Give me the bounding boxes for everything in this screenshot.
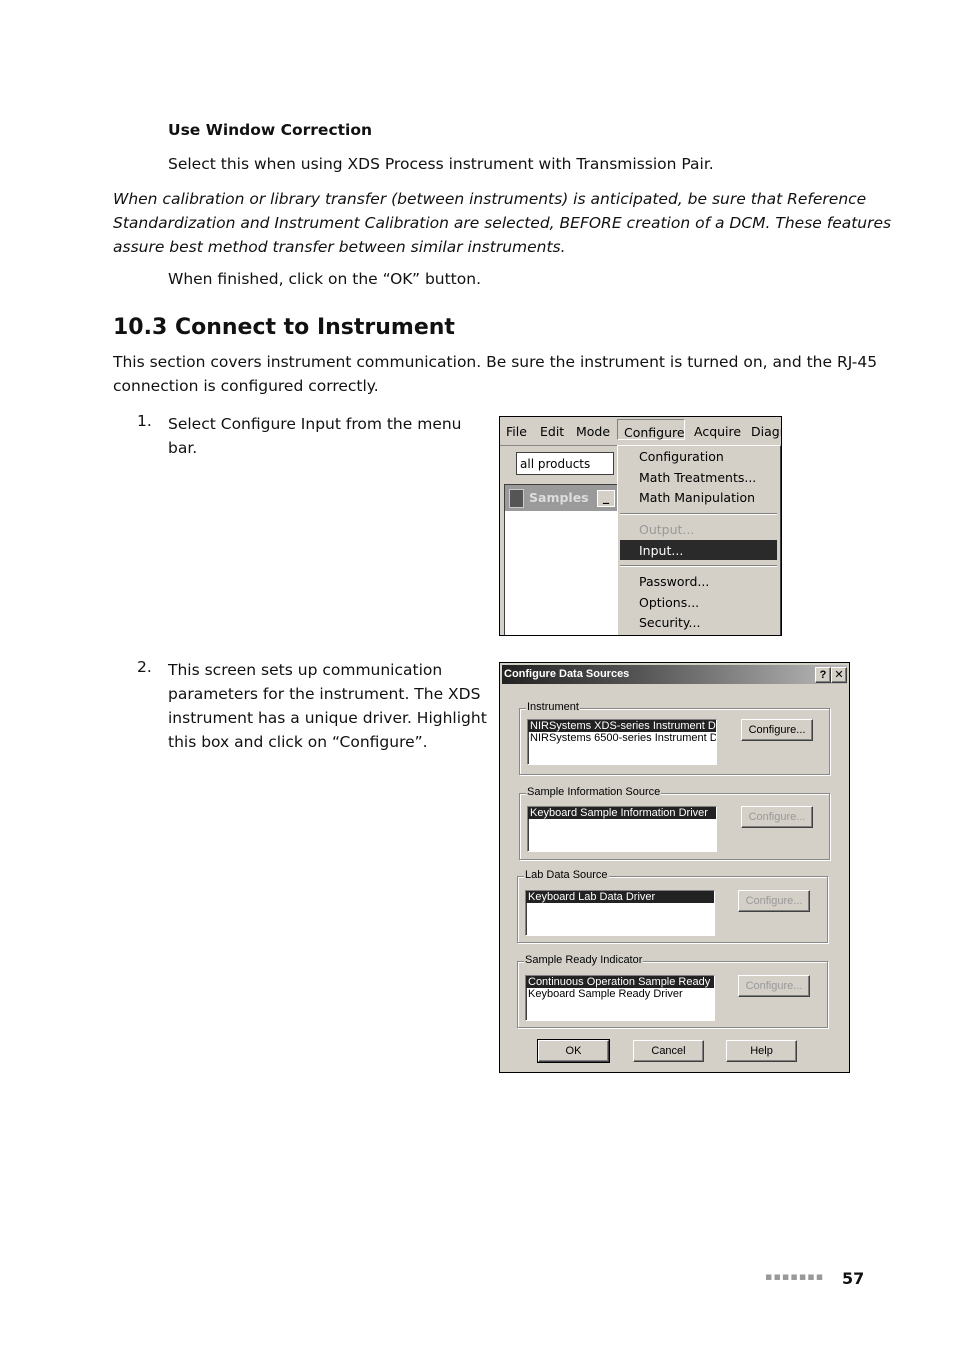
sample-info-group-label: Sample Information Source xyxy=(526,786,662,798)
minimize-button[interactable]: _ xyxy=(597,490,615,507)
note-paragraph: When calibration or library transfer (be… xyxy=(113,187,891,259)
step-number: 1. xyxy=(137,412,152,430)
sample-info-configure-button: Configure... xyxy=(741,806,813,828)
help-title-button[interactable]: ? xyxy=(815,667,831,683)
sub-text: Select this when using XDS Process instr… xyxy=(168,155,714,173)
list-item[interactable]: Keyboard Sample Information Driver xyxy=(528,807,716,819)
cancel-button[interactable]: Cancel xyxy=(633,1040,704,1062)
instrument-configure-button[interactable]: Configure... xyxy=(741,719,813,741)
menu-item-math-manipulation[interactable]: Math Manipulation xyxy=(639,490,755,505)
list-item[interactable]: Keyboard Lab Data Driver xyxy=(526,891,714,903)
samples-title: Samples xyxy=(529,490,589,505)
document-page: Use Window Correction Select this when u… xyxy=(0,0,954,1350)
configure-data-sources-dialog: Configure Data Sources ? ✕ Instrument NI… xyxy=(499,662,850,1073)
menu-item-output: Output... xyxy=(639,522,695,537)
menu-item-math-treatments[interactable]: Math Treatments... xyxy=(639,470,756,485)
ok-button[interactable]: OK xyxy=(537,1039,610,1063)
sample-ready-configure-button: Configure... xyxy=(738,975,810,997)
note-line: When calibration or library transfer (be… xyxy=(113,190,867,208)
sample-info-group: Sample Information Source Keyboard Sampl… xyxy=(519,786,830,860)
footer-dots: ▪▪▪▪▪▪▪ xyxy=(765,1270,825,1283)
list-item[interactable]: Keyboard Sample Ready Driver xyxy=(526,988,714,1000)
lab-data-configure-button: Configure... xyxy=(738,890,810,912)
instrument-group: Instrument NIRSystems XDS-series Instrum… xyxy=(519,701,830,775)
intro-paragraph: This section covers instrument communica… xyxy=(113,350,877,398)
menu-acquire[interactable]: Acquire xyxy=(694,424,741,439)
page-number: 57 xyxy=(842,1269,865,1288)
finished-text: When finished, click on the “OK” button. xyxy=(168,270,481,288)
subheading: Use Window Correction xyxy=(168,121,373,139)
menu-file[interactable]: File xyxy=(506,424,527,439)
list-item[interactable]: Continuous Operation Sample Ready Driver xyxy=(526,976,714,988)
list-item[interactable]: NIRSystems 6500-series Instrument Driver xyxy=(528,732,716,744)
intro-line: connection is configured correctly. xyxy=(113,377,379,395)
menu-item-input[interactable]: Input... xyxy=(639,543,683,558)
instrument-list[interactable]: NIRSystems XDS-series Instrument Driver … xyxy=(527,719,717,765)
close-button[interactable]: ✕ xyxy=(831,667,847,683)
sample-ready-group: Sample Ready Indicator Continuous Operat… xyxy=(517,954,828,1028)
menu-separator xyxy=(620,513,777,515)
step-line: bar. xyxy=(168,439,198,457)
step-line: instrument has a unique driver. Highligh… xyxy=(168,709,487,727)
menu-item-password[interactable]: Password... xyxy=(639,574,709,589)
intro-line: This section covers instrument communica… xyxy=(113,353,878,371)
step-number: 2. xyxy=(137,658,152,676)
menu-item-options[interactable]: Options... xyxy=(639,595,699,610)
product-combo[interactable]: all products xyxy=(516,452,614,475)
sample-ready-list[interactable]: Continuous Operation Sample Ready Driver… xyxy=(525,975,715,1021)
menu-bar: File Edit Mode Configure Acquire Diagr xyxy=(500,417,781,446)
menu-edit[interactable]: Edit xyxy=(540,424,564,439)
section-title: 10.3 Connect to Instrument xyxy=(113,315,455,340)
step-line: Select Configure Input from the menu xyxy=(168,415,462,433)
help-button[interactable]: Help xyxy=(726,1040,797,1062)
note-line: Standardization and Instrument Calibrati… xyxy=(113,214,892,232)
sample-ready-group-label: Sample Ready Indicator xyxy=(524,954,644,966)
samples-titlebar: Samples _ xyxy=(505,485,619,511)
samples-window: Samples _ xyxy=(504,484,620,635)
lab-data-list[interactable]: Keyboard Lab Data Driver xyxy=(525,890,715,936)
menu-screenshot: File Edit Mode Configure Acquire Diagr a… xyxy=(499,416,782,636)
sample-info-list[interactable]: Keyboard Sample Information Driver xyxy=(527,806,717,852)
menu-diagnostics[interactable]: Diagr xyxy=(751,424,781,439)
lab-data-group: Lab Data Source Keyboard Lab Data Driver… xyxy=(517,869,828,943)
step-line: This screen sets up communication xyxy=(168,661,443,679)
step-text: Select Configure Input from the menu bar… xyxy=(168,412,462,460)
menu-mode[interactable]: Mode xyxy=(576,424,610,439)
step-line: parameters for the instrument. The XDS xyxy=(168,685,481,703)
dialog-title: Configure Data Sources xyxy=(504,668,630,680)
menu-separator xyxy=(620,565,777,567)
menu-item-configuration[interactable]: Configuration xyxy=(639,449,724,464)
menu-item-security[interactable]: Security... xyxy=(639,615,700,630)
configure-dropdown: Configuration Math Treatments... Math Ma… xyxy=(617,445,781,635)
dialog-titlebar: Configure Data Sources ? ✕ xyxy=(502,665,847,684)
list-item[interactable]: NIRSystems XDS-series Instrument Driver xyxy=(528,720,716,732)
lab-data-group-label: Lab Data Source xyxy=(524,869,609,881)
step-line: this box and click on “Configure”. xyxy=(168,733,428,751)
samples-window-icon xyxy=(509,489,524,508)
instrument-group-label: Instrument xyxy=(526,701,580,713)
menu-configure[interactable]: Configure xyxy=(617,419,685,440)
note-line: assure best method transfer between simi… xyxy=(113,238,566,256)
step-text: This screen sets up communication parame… xyxy=(168,658,487,754)
